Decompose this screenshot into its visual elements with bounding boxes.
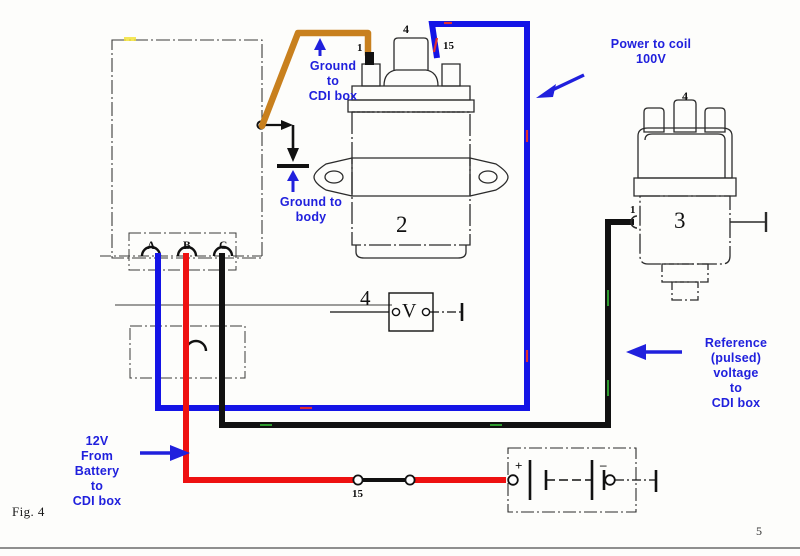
battery-negative-sign: – <box>600 457 607 472</box>
annotation-ground-to-cdi-box: Ground to CDI box <box>308 59 358 103</box>
coil-part-number: 2 <box>396 212 408 237</box>
annotation-reference-pulsed-voltage: Reference (pulsed) voltage to CDI box <box>704 336 768 410</box>
cdi-terminal-label-c: C <box>219 240 228 252</box>
battery-positive-sign: + <box>515 458 523 473</box>
battery-12v-arrow <box>140 445 190 461</box>
ground-to-cdi-arrow <box>314 38 326 56</box>
power-to-coil-arrow <box>536 73 585 98</box>
cdi-box-outline <box>111 39 263 259</box>
cdi-terminal-label-a: A <box>147 240 156 252</box>
coil-terminal-15-label: 15 <box>443 40 454 52</box>
voltmeter-symbol-letter: V <box>402 300 417 322</box>
distributor-terminal-1-label: 1 <box>630 204 636 216</box>
annotation-12v-from-battery: 12V From Battery to CDI box <box>72 434 122 508</box>
voltmeter-part-number: 4 <box>360 286 371 310</box>
battery-symbol <box>507 447 658 513</box>
distributor-body <box>630 99 768 301</box>
page-number: 5 <box>756 524 762 538</box>
coil-terminal-1-label: 1 <box>357 42 363 54</box>
figure-caption: Fig. 4 <box>12 504 45 519</box>
reference-voltage-arrow <box>626 344 682 360</box>
ground-to-body-symbol <box>277 125 309 168</box>
connector-15-link <box>352 474 416 486</box>
connector-15-label: 15 <box>352 488 363 500</box>
battery-wire-red <box>183 253 506 483</box>
coil-top-marker: 4 <box>403 22 409 36</box>
cdi-terminal-strip <box>100 232 262 271</box>
reference-wire-black <box>219 219 634 428</box>
voltmeter-symbol <box>330 292 464 332</box>
annotation-power-to-coil: Power to coil 100V <box>610 37 692 66</box>
diagram-page: Ground to CDI box Ground to body Power t… <box>0 0 800 556</box>
ground-to-body-arrow <box>287 170 299 192</box>
distributor-top-marker: 4 <box>682 89 688 103</box>
wire-scan-ticks-green <box>260 290 609 426</box>
annotation-ground-to-body: Ground to body <box>279 195 343 224</box>
cdi-terminal-label-b: B <box>183 240 191 252</box>
distributor-part-number: 3 <box>674 208 686 233</box>
highlight-mark <box>124 37 136 41</box>
